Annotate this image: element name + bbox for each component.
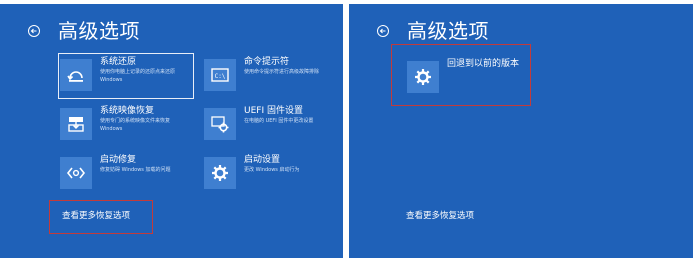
startup-repair-icon [60, 157, 92, 189]
right-recovery-panel: 高级选项 回退到以前的版本 查看更多恢复选项 [349, 4, 693, 258]
system-image-recovery-icon [60, 108, 92, 140]
command-prompt-tile[interactable]: C:\ 命令提示符 使用命令提示符进行高级故障排除 [204, 55, 336, 97]
tile-title: 启动修复 [100, 155, 137, 165]
tile-title: 系统映像恢复 [100, 106, 155, 116]
system-restore-tile[interactable]: 系统还原 使用你电脑上记录的还原点来还原 Windows [58, 53, 194, 99]
command-prompt-icon: C:\ [204, 59, 236, 91]
uefi-firmware-tile[interactable]: UEFI 固件设置 在电脑的 UEFI 固件中更改设置 [204, 104, 336, 146]
header: 高级选项 [377, 20, 489, 42]
tile-title: 命令提示符 [244, 57, 290, 67]
tile-title: UEFI 固件设置 [244, 106, 303, 116]
tile-desc: Windows [100, 76, 123, 83]
page-title: 高级选项 [58, 19, 140, 43]
tile-desc: 使用你电脑上记录的还原点来还原 [100, 69, 176, 75]
system-restore-icon [60, 59, 92, 91]
svg-text:C:\: C:\ [215, 73, 226, 80]
highlight-box [49, 200, 153, 234]
tile-title: 系统还原 [100, 57, 137, 67]
back-button[interactable] [377, 25, 389, 37]
tile-desc: 使用命令提示符进行高级故障排除 [244, 69, 320, 75]
tile-desc: 更改 Windows 启动行为 [244, 167, 300, 173]
back-button[interactable] [28, 25, 40, 37]
startup-repair-tile[interactable]: 启动修复 修复妨碍 Windows 加载的问题 [60, 153, 192, 195]
tile-desc: 使用专门的系统映像文件来恢复 [100, 118, 171, 124]
back-arrow-icon [379, 28, 386, 34]
system-image-recovery-tile[interactable]: 系统映像恢复 使用专门的系统映像文件来恢复 Windows [60, 104, 192, 146]
highlight-box [391, 44, 531, 106]
page-title: 高级选项 [407, 19, 489, 43]
header: 高级选项 [28, 20, 140, 42]
tile-title: 启动设置 [244, 155, 281, 165]
tile-desc: 在电脑的 UEFI 固件中更改设置 [244, 118, 314, 124]
tile-desc: 修复妨碍 Windows 加载的问题 [100, 167, 171, 173]
uefi-firmware-icon [204, 108, 236, 140]
gear-icon [204, 157, 236, 189]
left-recovery-panel: 高级选项 系统还原 使用你电脑上记录的还原点来还原 Windows C:\ 命令… [0, 4, 343, 258]
back-arrow-icon [30, 28, 37, 34]
more-recovery-options-link[interactable]: 查看更多恢复选项 [406, 209, 474, 221]
startup-settings-tile[interactable]: 启动设置 更改 Windows 启动行为 [204, 153, 336, 195]
tile-desc: Windows [100, 125, 123, 132]
